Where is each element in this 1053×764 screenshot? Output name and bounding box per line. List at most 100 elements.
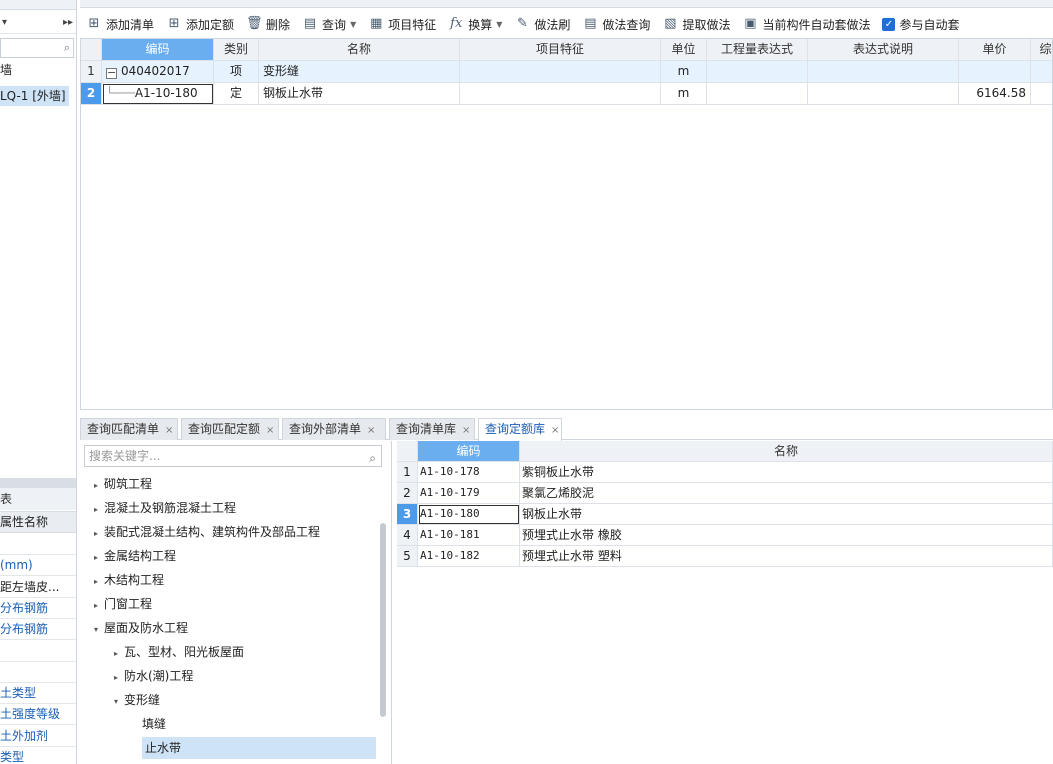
property-row[interactable]: 土外加剂: [0, 726, 76, 747]
cell-name[interactable]: 钢板止水带: [520, 504, 1053, 525]
search-icon[interactable]: ⌕: [369, 448, 376, 468]
chevron-right-icon[interactable]: ▸: [94, 595, 104, 617]
panel-splitter[interactable]: [0, 478, 76, 488]
row-number[interactable]: 2: [81, 83, 102, 105]
cell-name[interactable]: 聚氯乙烯胶泥: [520, 483, 1053, 504]
cell-code[interactable]: └───A1-10-180: [102, 83, 214, 105]
row-number[interactable]: 1: [397, 462, 418, 483]
add-quota-button[interactable]: ⊞ 添加定额: [160, 12, 240, 36]
property-row[interactable]: 分布钢筋: [0, 619, 76, 641]
row-number[interactable]: 2: [397, 483, 418, 504]
component-type-dropdown[interactable]: ▾ ▸▸: [0, 12, 76, 34]
convert-button[interactable]: fx 换算 ▼: [442, 12, 508, 36]
cell-code[interactable]: A1-10-182: [418, 546, 520, 567]
delete-button[interactable]: 🗑 删除: [240, 12, 296, 36]
tree-node[interactable]: ▸ 砌筑工程: [94, 473, 152, 495]
cell-price[interactable]: 6164.58: [959, 83, 1031, 105]
chevron-right-icon[interactable]: ▸: [94, 523, 104, 545]
chevron-right-icon[interactable]: ▸: [94, 547, 104, 569]
auto-apply-button[interactable]: ▣ 当前构件自动套做法: [736, 12, 876, 36]
component-tree-item[interactable]: 墙: [0, 60, 12, 80]
tree-node[interactable]: 止水带: [142, 737, 376, 759]
close-icon[interactable]: ×: [462, 425, 470, 436]
cell-code[interactable]: A1-10-179: [418, 483, 520, 504]
cell-unit[interactable]: m: [661, 83, 707, 105]
property-row[interactable]: 土强度等级: [0, 704, 76, 726]
item-feature-button[interactable]: ▦ 项目特征: [362, 12, 442, 36]
tree-node[interactable]: ▸ 混凝土及钢筋混凝土工程: [94, 497, 236, 519]
component-search-input[interactable]: ⌕: [0, 38, 74, 58]
header-code[interactable]: 编码: [102, 39, 214, 61]
property-row[interactable]: 类型: [0, 747, 76, 764]
cell-code[interactable]: A1-10-180: [418, 504, 520, 525]
close-icon[interactable]: ×: [165, 425, 173, 436]
property-row[interactable]: 距左墙皮...: [0, 577, 76, 598]
chevron-right-icon[interactable]: ▸: [114, 667, 124, 689]
tab-0[interactable]: 查询匹配清单 ×: [80, 418, 178, 440]
tree-node[interactable]: ▾ 变形缝: [114, 689, 160, 711]
cell-price[interactable]: [959, 61, 1031, 83]
add-list-button[interactable]: ⊞ 添加清单: [80, 12, 160, 36]
component-tree-item-selected[interactable]: LQ-1 [外墙]: [0, 86, 69, 106]
tree-node[interactable]: ▸ 金属结构工程: [94, 545, 176, 567]
chevron-down-icon[interactable]: ▾: [94, 619, 104, 641]
cell-expr[interactable]: [707, 61, 808, 83]
row-number[interactable]: 5: [397, 546, 418, 567]
tree-search-input[interactable]: 搜索关键字... ⌕: [84, 445, 382, 467]
property-row[interactable]: (mm): [0, 555, 76, 577]
collapse-icon[interactable]: −: [106, 67, 117, 79]
row-number[interactable]: 3: [397, 504, 418, 525]
chevron-down-icon[interactable]: ▾: [114, 691, 124, 713]
chevron-right-icon[interactable]: ▸: [114, 643, 124, 665]
header-type[interactable]: 类别: [214, 39, 259, 61]
double-arrow-right-icon[interactable]: ▸▸: [63, 12, 73, 34]
tree-node[interactable]: ▾ 屋面及防水工程: [94, 617, 188, 639]
cell-feature[interactable]: [460, 61, 661, 83]
cell-expr[interactable]: [707, 83, 808, 105]
property-row[interactable]: [0, 534, 76, 555]
cell-code[interactable]: A1-10-178: [418, 462, 520, 483]
cell-name[interactable]: 变形缝: [259, 61, 460, 83]
close-icon[interactable]: ×: [367, 425, 375, 436]
tree-scrollbar[interactable]: [380, 523, 386, 717]
tab-1[interactable]: 查询匹配定额 ×: [181, 418, 279, 440]
cell-composite[interactable]: [1031, 83, 1052, 105]
method-brush-button[interactable]: ✎ 做法刷: [508, 12, 576, 36]
header-expr[interactable]: 工程量表达式: [707, 39, 808, 61]
header-price[interactable]: 单价: [959, 39, 1031, 61]
cell-name[interactable]: 预埋式止水带 橡胶: [520, 525, 1053, 546]
cell-composite[interactable]: [1031, 61, 1052, 83]
chevron-down-icon[interactable]: ▼: [350, 20, 356, 29]
tab-2[interactable]: 查询外部清单 ×: [282, 418, 386, 440]
close-icon[interactable]: ×: [266, 425, 274, 436]
cell-code[interactable]: −040402017: [102, 61, 214, 83]
search-icon[interactable]: ⌕: [64, 41, 70, 55]
property-row[interactable]: [0, 662, 76, 683]
row-number[interactable]: 1: [81, 61, 102, 83]
close-icon[interactable]: ×: [551, 425, 559, 436]
chevron-right-icon[interactable]: ▸: [94, 475, 104, 497]
header-unit[interactable]: 单位: [661, 39, 707, 61]
join-auto-checkbox[interactable]: ✓ 参与自动套: [876, 12, 965, 36]
checkbox-checked-icon[interactable]: ✓: [882, 17, 896, 31]
chevron-down-icon[interactable]: ▼: [496, 20, 502, 29]
header-name[interactable]: 名称: [520, 441, 1053, 462]
query-button[interactable]: ▤ 查询 ▼: [296, 12, 362, 36]
tree-node[interactable]: 填缝: [142, 713, 166, 735]
cell-name[interactable]: 预埋式止水带 塑料: [520, 546, 1053, 567]
tree-node[interactable]: ▸ 瓦、型材、阳光板屋面: [114, 641, 244, 663]
tree-node[interactable]: ▸ 防水(潮)工程: [114, 665, 193, 687]
cell-name[interactable]: 钢板止水带: [259, 83, 460, 105]
property-row[interactable]: 土类型: [0, 683, 76, 705]
header-composite[interactable]: 综: [1031, 39, 1052, 61]
chevron-right-icon[interactable]: ▸: [94, 571, 104, 593]
cell-feature[interactable]: [460, 83, 661, 105]
header-expr-desc[interactable]: 表达式说明: [808, 39, 959, 61]
cell-expr-desc[interactable]: [808, 61, 959, 83]
property-row[interactable]: 分布钢筋: [0, 598, 76, 619]
row-number[interactable]: 4: [397, 525, 418, 546]
tree-node[interactable]: ▸ 木结构工程: [94, 569, 164, 591]
cell-name[interactable]: 紫铜板止水带: [520, 462, 1053, 483]
cell-type[interactable]: 项: [214, 61, 259, 83]
header-name[interactable]: 名称: [259, 39, 460, 61]
